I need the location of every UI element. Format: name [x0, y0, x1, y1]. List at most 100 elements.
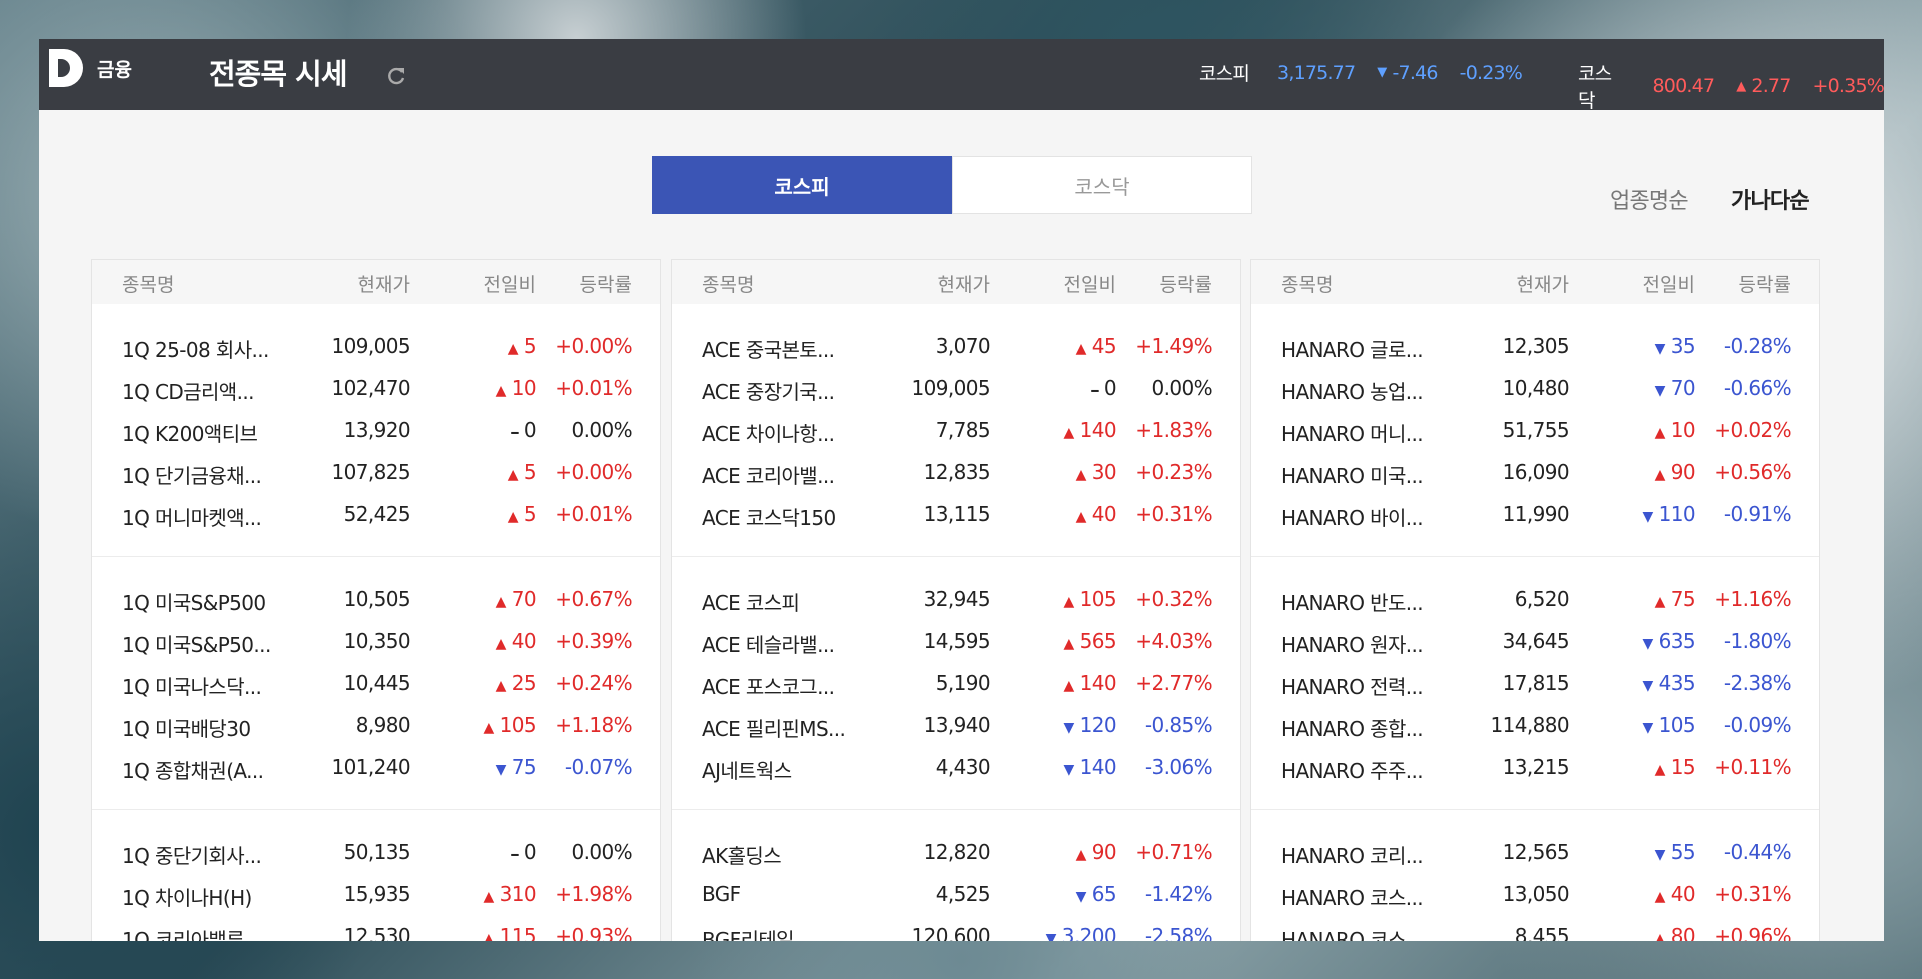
sort-by-sector[interactable]: 업종명순: [1610, 183, 1689, 215]
tab-kospi[interactable]: 코스피: [652, 156, 952, 214]
stock-row[interactable]: ACE 코스피 32,945 ▲ 105 +0.32%: [672, 579, 1240, 621]
stock-row[interactable]: 1Q 미국배당30 8,980 ▲ 105 +1.18%: [92, 705, 660, 747]
stock-row[interactable]: 1Q K200액티브 13,920 ━ 0 0.00%: [92, 410, 660, 452]
stock-row[interactable]: HANARO 반도... 6,520 ▲ 75 +1.16%: [1251, 579, 1819, 621]
stock-row[interactable]: ACE 차이나항... 7,785 ▲ 140 +1.83%: [672, 410, 1240, 452]
stock-row[interactable]: ACE 중장기국... 109,005 ━ 0 0.00%: [672, 368, 1240, 410]
stock-name[interactable]: 1Q K200액티브: [122, 418, 258, 447]
stock-name[interactable]: HANARO 농업...: [1281, 376, 1424, 405]
stock-row[interactable]: 1Q 머니마켓액... 52,425 ▲ 5 +0.01%: [92, 494, 660, 536]
stock-row[interactable]: 1Q 25-08 회사... 109,005 ▲ 5 +0.00%: [92, 326, 660, 368]
stock-name[interactable]: HANARO 원자...: [1281, 629, 1424, 658]
stock-name[interactable]: 1Q 단기금융채...: [122, 460, 262, 489]
stock-price: 12,305: [1502, 334, 1570, 358]
kosdaq-index[interactable]: 코스닥 800.47 ▲ 2.77 +0.35%: [1578, 59, 1884, 113]
stock-row[interactable]: ACE 코리아밸... 12,835 ▲ 30 +0.23%: [672, 452, 1240, 494]
stock-row[interactable]: HANARO 원자... 34,645 ▼ 635 -1.80%: [1251, 621, 1819, 663]
tab-kosdaq[interactable]: 코스닥: [952, 156, 1252, 214]
stock-row[interactable]: 1Q 차이나H(H) 15,935 ▲ 310 +1.98%: [92, 874, 660, 916]
stock-row[interactable]: 1Q 미국S&P500 10,505 ▲ 70 +0.67%: [92, 579, 660, 621]
stock-name[interactable]: ACE 중국본토...: [702, 334, 835, 363]
stock-row[interactable]: 1Q 종합채권(A... 101,240 ▼ 75 -0.07%: [92, 747, 660, 789]
header-rate: 등락률: [1738, 274, 1791, 296]
stock-name[interactable]: 1Q CD금리액...: [122, 376, 254, 405]
stock-name[interactable]: 1Q 25-08 회사...: [122, 334, 269, 363]
stock-name[interactable]: AK홀딩스: [702, 840, 782, 869]
stock-row[interactable]: 1Q 코리아밸류... 12,530 ▲ 115 +0.93%: [92, 916, 660, 941]
stock-row[interactable]: ACE 중국본토... 3,070 ▲ 45 +1.49%: [672, 326, 1240, 368]
stock-row[interactable]: AK홀딩스 12,820 ▲ 90 +0.71%: [672, 832, 1240, 874]
stock-name[interactable]: ACE 코리아밸...: [702, 460, 835, 489]
stock-name[interactable]: HANARO 머니...: [1281, 418, 1424, 447]
stock-row[interactable]: 1Q 미국나스닥... 10,445 ▲ 25 +0.24%: [92, 663, 660, 705]
stock-price: 5,190: [935, 671, 991, 695]
stock-row[interactable]: HANARO 코스... 8,455 ▲ 80 +0.96%: [1251, 916, 1819, 941]
stock-name[interactable]: ACE 테슬라밸...: [702, 629, 835, 658]
stock-row[interactable]: 1Q 단기금융채... 107,825 ▲ 5 +0.00%: [92, 452, 660, 494]
stock-row[interactable]: BGF리테일 120,600 ▼ 3,200 -2.58%: [672, 916, 1240, 941]
stock-row[interactable]: BGF 4,525 ▼ 65 -1.42%: [672, 874, 1240, 916]
stock-name[interactable]: HANARO 코리...: [1281, 840, 1424, 869]
stock-name[interactable]: ACE 코스피: [702, 587, 800, 616]
stock-row[interactable]: HANARO 글로... 12,305 ▼ 35 -0.28%: [1251, 326, 1819, 368]
stock-rate: +1.98%: [555, 882, 632, 906]
stock-row[interactable]: HANARO 농업... 10,480 ▼ 70 -0.66%: [1251, 368, 1819, 410]
stock-row[interactable]: 1Q 중단기회사... 50,135 ━ 0 0.00%: [92, 832, 660, 874]
stock-name[interactable]: HANARO 코스...: [1281, 882, 1424, 911]
stock-name[interactable]: ACE 차이나항...: [702, 418, 835, 447]
up-arrow-icon: ▲: [1075, 341, 1087, 357]
stock-name[interactable]: HANARO 글로...: [1281, 334, 1424, 363]
kospi-index[interactable]: 코스피 3,175.77 ▼ -7.46 -0.23%: [1199, 59, 1523, 86]
down-arrow-icon: ▼: [1642, 678, 1653, 694]
stock-row[interactable]: ACE 포스코그... 5,190 ▲ 140 +2.77%: [672, 663, 1240, 705]
stock-row[interactable]: ACE 코스닥150 13,115 ▲ 40 +0.31%: [672, 494, 1240, 536]
stock-name[interactable]: HANARO 미국...: [1281, 460, 1424, 489]
stock-price: 101,240: [331, 755, 410, 779]
stock-name[interactable]: ACE 포스코그...: [702, 671, 835, 700]
header-price: 현재가: [937, 274, 990, 296]
stock-row[interactable]: 1Q 미국S&P50... 10,350 ▲ 40 +0.39%: [92, 621, 660, 663]
stock-name[interactable]: ACE 코스닥150: [702, 502, 836, 531]
stock-name[interactable]: HANARO 전력...: [1281, 671, 1424, 700]
stock-row[interactable]: AJ네트웍스 4,430 ▼ 140 -3.06%: [672, 747, 1240, 789]
stock-name[interactable]: BGF: [702, 882, 741, 906]
stock-row[interactable]: 1Q CD금리액... 102,470 ▲ 10 +0.01%: [92, 368, 660, 410]
stock-row[interactable]: HANARO 바이... 11,990 ▼ 110 -0.91%: [1251, 494, 1819, 536]
stock-name[interactable]: BGF리테일: [702, 924, 795, 941]
stock-name[interactable]: HANARO 코스...: [1281, 924, 1424, 941]
stock-name[interactable]: HANARO 종합...: [1281, 713, 1424, 742]
stock-row[interactable]: ACE 필리핀MS... 13,940 ▼ 120 -0.85%: [672, 705, 1240, 747]
stock-row[interactable]: HANARO 코스... 13,050 ▲ 40 +0.31%: [1251, 874, 1819, 916]
stock-name[interactable]: 1Q 미국S&P500: [122, 587, 266, 616]
stock-name[interactable]: 1Q 종합채권(A...: [122, 755, 264, 784]
stock-row[interactable]: ACE 테슬라밸... 14,595 ▲ 565 +4.03%: [672, 621, 1240, 663]
sort-by-name[interactable]: 가나다순: [1731, 183, 1810, 215]
stock-row[interactable]: HANARO 주주... 13,215 ▲ 15 +0.11%: [1251, 747, 1819, 789]
stock-row[interactable]: HANARO 머니... 51,755 ▲ 10 +0.02%: [1251, 410, 1819, 452]
stock-row[interactable]: HANARO 전력... 17,815 ▼ 435 -2.38%: [1251, 663, 1819, 705]
stock-name[interactable]: 1Q 중단기회사...: [122, 840, 262, 869]
stock-rate: 0.00%: [571, 840, 632, 864]
stock-name[interactable]: HANARO 반도...: [1281, 587, 1424, 616]
stock-name[interactable]: 1Q 미국S&P50...: [122, 629, 271, 658]
up-arrow-icon: ▲: [1063, 594, 1074, 610]
stock-name[interactable]: 1Q 머니마켓액...: [122, 502, 262, 531]
stock-name[interactable]: 1Q 코리아밸류...: [122, 924, 262, 941]
logo[interactable]: 금융: [49, 49, 132, 87]
kospi-rate: -0.23%: [1459, 61, 1523, 84]
stock-name[interactable]: ACE 중장기국...: [702, 376, 835, 405]
stock-name[interactable]: 1Q 미국나스닥...: [122, 671, 262, 700]
stock-row[interactable]: HANARO 코리... 12,565 ▼ 55 -0.44%: [1251, 832, 1819, 874]
up-arrow-icon: ▲: [483, 931, 494, 941]
refresh-icon[interactable]: [384, 64, 408, 88]
stock-row[interactable]: HANARO 미국... 16,090 ▲ 90 +0.56%: [1251, 452, 1819, 494]
stock-name[interactable]: AJ네트웍스: [702, 755, 792, 784]
stock-name[interactable]: HANARO 주주...: [1281, 755, 1424, 784]
stock-name[interactable]: HANARO 바이...: [1281, 502, 1424, 531]
stock-name[interactable]: ACE 필리핀MS...: [702, 713, 846, 742]
stock-row[interactable]: HANARO 종합... 114,880 ▼ 105 -0.09%: [1251, 705, 1819, 747]
stock-name[interactable]: 1Q 미국배당30: [122, 713, 251, 742]
stock-name[interactable]: 1Q 차이나H(H): [122, 882, 252, 911]
stock-diff: ▲ 90: [1655, 460, 1696, 484]
stock-diff: ━ 0: [511, 418, 536, 442]
